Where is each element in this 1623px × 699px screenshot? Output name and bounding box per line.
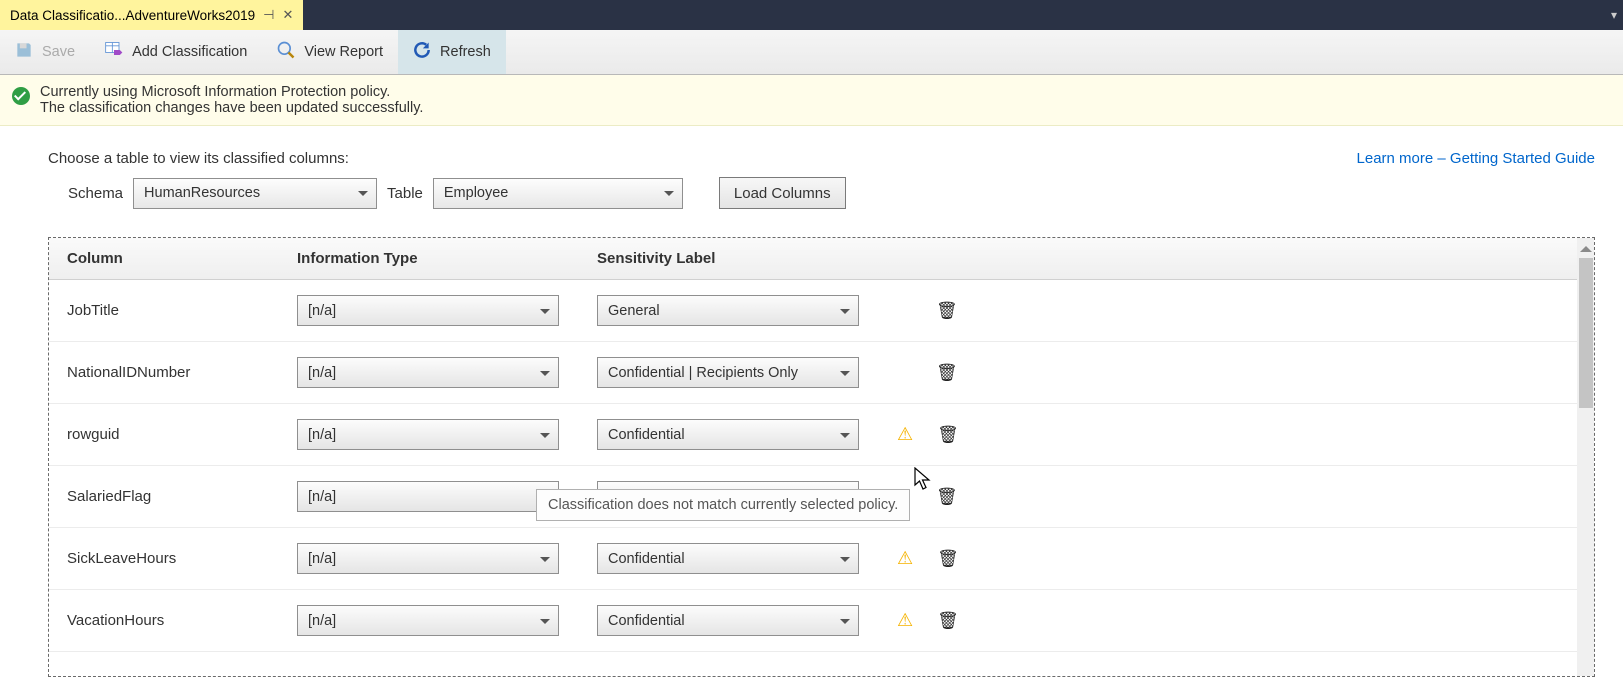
info-type-dropdown[interactable]: [n/a] [297, 357, 559, 388]
column-name-cell: SickLeaveHours [67, 550, 297, 567]
header-column: Column [67, 250, 297, 267]
info-type-dropdown[interactable]: [n/a] [297, 295, 559, 326]
scroll-up-arrow[interactable] [1580, 240, 1592, 252]
add-classification-button[interactable]: Add Classification [90, 30, 262, 74]
document-tab[interactable]: Data Classificatio...AdventureWorks2019 … [0, 0, 303, 30]
tab-overflow-icon[interactable]: ▾ [1611, 8, 1617, 22]
classification-grid: Column Information Type Sensitivity Labe… [48, 237, 1595, 677]
banner-line2: The classification changes have been upd… [40, 100, 423, 116]
scroll-thumb[interactable] [1579, 258, 1593, 408]
column-name-cell: SalariedFlag [67, 488, 297, 505]
prompt-text: Choose a table to view its classified co… [48, 150, 846, 167]
table-tag-icon [104, 40, 124, 64]
add-classification-label: Add Classification [132, 44, 247, 60]
info-type-dropdown[interactable]: [n/a] [297, 543, 559, 574]
save-icon [14, 40, 34, 64]
sensitivity-dropdown[interactable]: Confidential [597, 419, 859, 450]
refresh-button[interactable]: Refresh [398, 30, 506, 74]
schema-value: HumanResources [144, 185, 260, 201]
success-check-icon [12, 87, 30, 105]
refresh-label: Refresh [440, 44, 491, 60]
vertical-scrollbar[interactable] [1577, 238, 1594, 676]
save-button[interactable]: Save [0, 30, 90, 74]
sensitivity-dropdown[interactable]: Confidential [597, 605, 859, 636]
delete-icon[interactable]: 🗑 [937, 611, 959, 631]
warning-tooltip: Classification does not match currently … [536, 489, 910, 521]
delete-icon[interactable]: 🗑 [937, 425, 959, 445]
column-name-cell: JobTitle [67, 302, 297, 319]
info-type-dropdown[interactable]: [n/a] [297, 481, 559, 512]
load-columns-label: Load Columns [734, 185, 831, 202]
grid-header: Column Information Type Sensitivity Labe… [49, 238, 1577, 280]
sensitivity-dropdown[interactable]: General [597, 295, 859, 326]
schema-dropdown[interactable]: HumanResources [133, 178, 377, 209]
header-info-type: Information Type [297, 250, 597, 267]
magnifier-icon [276, 40, 296, 64]
pin-icon[interactable]: ⊣ [263, 7, 274, 23]
grid-row: JobTitle [n/a] General 🗑 [49, 280, 1577, 342]
delete-icon[interactable]: 🗑 [936, 487, 958, 507]
sensitivity-dropdown[interactable]: Confidential | Recipients Only [597, 357, 859, 388]
info-banner: Currently using Microsoft Information Pr… [0, 75, 1623, 126]
table-label: Table [387, 185, 423, 202]
save-label: Save [42, 44, 75, 60]
close-icon[interactable]: ✕ [282, 7, 293, 23]
tab-title: Data Classificatio...AdventureWorks2019 [10, 8, 255, 23]
info-type-dropdown[interactable]: [n/a] [297, 419, 559, 450]
title-bar: Data Classificatio...AdventureWorks2019 … [0, 0, 1623, 30]
content-area: Choose a table to view its classified co… [0, 126, 1623, 677]
warning-icon[interactable]: ⚠ [897, 610, 913, 631]
learn-more-link[interactable]: Learn more – Getting Started Guide [1357, 150, 1595, 167]
refresh-icon [412, 40, 432, 64]
banner-line1: Currently using Microsoft Information Pr… [40, 84, 423, 100]
column-name-cell: NationalIDNumber [67, 364, 297, 381]
sensitivity-dropdown[interactable]: Confidential [597, 543, 859, 574]
view-report-button[interactable]: View Report [262, 30, 398, 74]
table-value: Employee [444, 185, 508, 201]
delete-icon[interactable]: 🗑 [936, 301, 958, 321]
delete-icon[interactable]: 🗑 [936, 363, 958, 383]
grid-row: VacationHours [n/a] Confidential ⚠ 🗑 [49, 590, 1577, 652]
header-sensitivity: Sensitivity Label [597, 250, 907, 267]
column-name-cell: VacationHours [67, 612, 297, 629]
selector-row: Schema HumanResources Table Employee Loa… [68, 177, 846, 209]
load-columns-button[interactable]: Load Columns [719, 177, 846, 209]
toolbar: Save Add Classification View Report Refr… [0, 30, 1623, 75]
warning-icon[interactable]: ⚠ [897, 424, 913, 445]
grid-row: rowguid [n/a] Confidential ⚠ 🗑 [49, 404, 1577, 466]
grid-row: SickLeaveHours [n/a] Confidential ⚠ 🗑 [49, 528, 1577, 590]
info-type-dropdown[interactable]: [n/a] [297, 605, 559, 636]
table-dropdown[interactable]: Employee [433, 178, 683, 209]
column-name-cell: rowguid [67, 426, 297, 443]
schema-label: Schema [68, 185, 123, 202]
delete-icon[interactable]: 🗑 [937, 549, 959, 569]
view-report-label: View Report [304, 44, 383, 60]
grid-row: NationalIDNumber [n/a] Confidential | Re… [49, 342, 1577, 404]
warning-icon[interactable]: ⚠ [897, 548, 913, 569]
